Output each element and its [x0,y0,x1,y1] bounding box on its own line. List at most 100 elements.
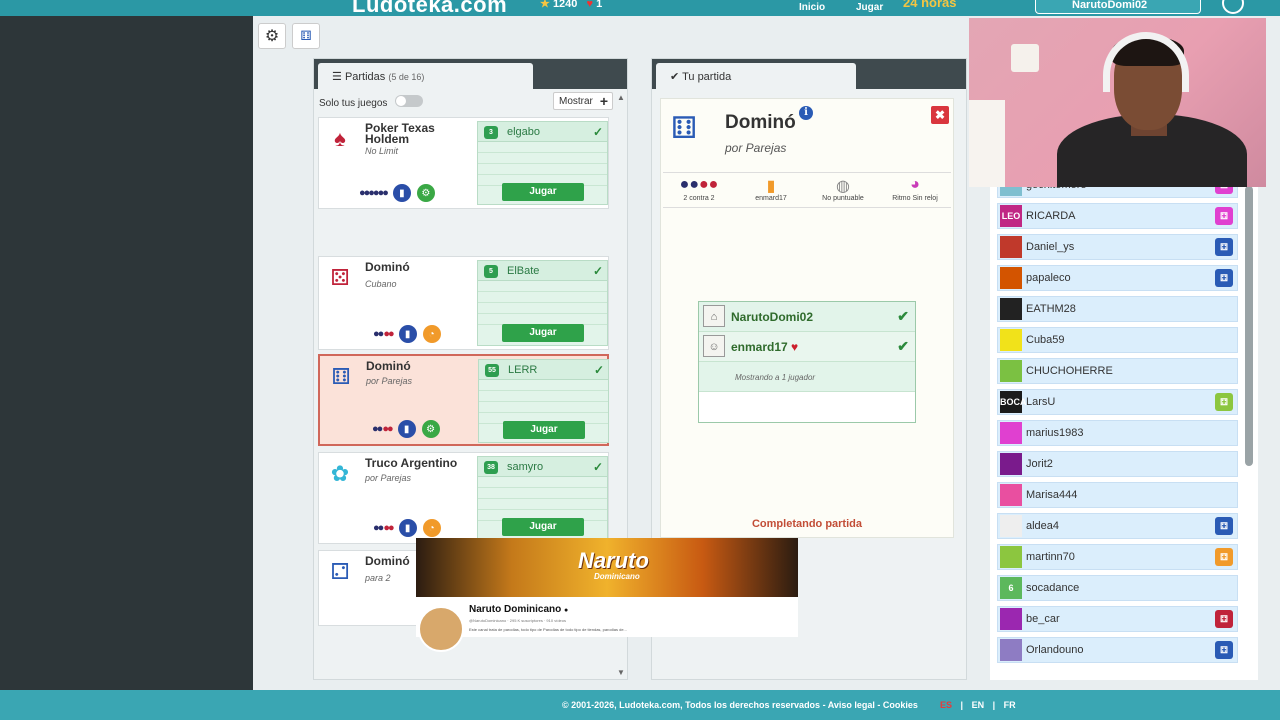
check-icon: ✓ [592,460,603,474]
domino-icon: ⚁ [330,559,350,584]
jugar-button[interactable]: Jugar [502,324,584,342]
check-icon: ✓ [592,125,603,139]
check-icon: ✔ [670,71,680,83]
player-row[interactable]: ⌂ NarutoDomi02 ✔ [699,302,915,332]
user-row[interactable]: EATHM28 [997,296,1238,322]
user-menu[interactable]: NarutoDomi02 [1035,0,1201,14]
user-row[interactable]: Marisa444 [997,482,1238,508]
game-sub: por Parejas [365,473,412,483]
user-row[interactable]: marius1983 [997,420,1238,446]
language-selector: ES | EN | FR [940,700,1016,710]
user-list-scrollbar[interactable] [1245,186,1253,466]
channel-name-text: Naruto Dominicano [469,604,562,615]
game-sub: para 2 [365,573,391,583]
heart-icon: ♥ [791,340,799,354]
only-my-games-toggle[interactable] [395,95,423,107]
points-value: 1240 [552,0,578,10]
seat-player: 3 elgabo ✓ [478,122,607,142]
copyright: © 2001-2026, Ludoteka.com, Todos los der… [562,700,918,710]
close-button[interactable]: ✖ [931,106,949,124]
game-card-domino-parejas[interactable]: ⚅ Dominó por Parejas ●● ●● ▮ ⚙ 55 LERR ✓… [318,354,609,446]
nav-jugar[interactable]: Jugar [856,2,883,13]
settings-button[interactable]: ⚙ [258,23,286,49]
jugar-button[interactable]: Jugar [502,518,584,536]
scroll-down-icon[interactable]: ▼ [617,668,625,677]
jugar-button[interactable]: Jugar [503,421,585,439]
game-card-poker[interactable]: ♠ Poker Texas Holdem No Limit ●●●●●● ▮ ⚙… [318,117,609,209]
user-name: CHUCHOHERRE [1026,365,1113,377]
user-row[interactable]: Cuba59 [997,327,1238,353]
lang-es[interactable]: ES [940,700,952,710]
user-name: papaleco [1026,272,1071,284]
players-icon: ●● ●● [373,328,395,340]
wall-switch [1011,44,1039,72]
speed-icon: ⚙ [421,420,440,438]
stats-icon: ▮ [392,184,411,202]
user-row[interactable]: 6 socadance [997,575,1238,601]
user-avatar [1000,546,1022,568]
mostrar-button[interactable]: Mostrar + [553,92,613,110]
info-icon[interactable]: i [799,106,813,120]
user-avatar [1000,267,1022,289]
help-button[interactable] [1222,0,1244,14]
hours-indicator: 24 horas [903,0,957,10]
user-avatar [1000,360,1022,382]
user-row[interactable]: Orlandouno ⚃ [997,637,1238,663]
seat-box: 55 LERR ✓ Jugar [478,359,609,443]
user-row[interactable]: Daniel_ys ⚃ [997,234,1238,260]
lang-en[interactable]: EN [972,700,985,710]
seat-player-name: ElBate [507,265,540,277]
user-name: LarsU [1026,396,1056,408]
showing-text: Mostrando a 1 jugador [699,362,915,392]
user-row[interactable]: be_car ⚃ [997,606,1238,632]
match-card: ⚅ Dominó i por Parejas ✖ ●●●● 2 contra 2… [660,98,954,538]
user-avatar [1000,236,1022,258]
user-avatar [1000,422,1022,444]
domino-icon: ⚅ [331,364,351,389]
site-logo[interactable]: Ludoteka.com [352,0,507,18]
stats-icon: ▮ [398,325,417,343]
player-row[interactable]: ☺ enmard17 ♥ ✔ [699,332,915,362]
tab-partidas[interactable]: ☰ Partidas (5 de 16) [318,63,533,90]
user-row[interactable]: martinn70 ⚃ [997,544,1238,570]
game-sub: por Parejas [366,376,413,386]
heart-icon: ♥ [586,0,594,10]
option-teams-label: 2 contra 2 [683,195,715,202]
game-sub: No Limit [365,146,399,156]
tab-tu-partida[interactable]: ✔ Tu partida [656,63,856,90]
check-icon: ✓ [593,363,604,377]
game-card-truco[interactable]: ✿ Truco Argentino por Parejas ●● ●● ▮ ◔ … [318,452,609,544]
nav-inicio[interactable]: Inicio [799,2,825,13]
mostrar-label: Mostrar [559,96,593,107]
user-name: be_car [1026,613,1060,625]
domino-game-button[interactable]: ⚅ [292,23,320,49]
option-scoring: ◍ No puntuable [807,176,879,202]
lang-fr[interactable]: FR [1004,700,1016,710]
match-options: ●●●● 2 contra 2 ▮ enmard17 ◍ No puntuabl… [663,172,951,208]
jugar-button[interactable]: Jugar [502,183,584,201]
user-row[interactable]: papaleco ⚃ [997,265,1238,291]
clock-icon: ◕ [910,176,920,193]
user-row[interactable]: aldea4 ⚃ [997,513,1238,539]
user-row[interactable]: BOCA LarsU ⚃ [997,389,1238,415]
game-meta: ●● ●● ▮ ◔ [373,325,441,343]
match-subtitle: por Parejas [725,141,787,155]
user-row[interactable]: LEO RICARDA ⚃ [997,203,1238,229]
channel-description: Este canal trata de parodias, todo tipo … [469,627,627,632]
user-row[interactable]: Jorit2 [997,451,1238,477]
match-title: Dominó [725,112,796,134]
game-card-domino-cubano[interactable]: ⚄ Dominó Cubano ●● ●● ▮ ◔ 5 ElBate ✓ Jug… [318,256,609,350]
player-name: enmard17 [731,340,788,354]
current-game-icon: ⚃ [1215,393,1233,411]
user-row[interactable]: gochitomore⚃ [997,186,1238,198]
scroll-up-icon[interactable]: ▲ [617,93,625,102]
rhythm-icon: ◔ [422,519,441,537]
match-panel-header: ✔ Tu partida [652,59,966,90]
current-game-icon: ⚃ [1215,641,1233,659]
seat-player: 5 ElBate ✓ [478,261,607,281]
list-icon: ☰ [332,71,342,83]
user-row[interactable]: CHUCHOHERRE [997,358,1238,384]
user-avatar [1000,515,1022,537]
current-game-icon: ⚃ [1215,186,1233,194]
user-name: socadance [1026,582,1080,594]
